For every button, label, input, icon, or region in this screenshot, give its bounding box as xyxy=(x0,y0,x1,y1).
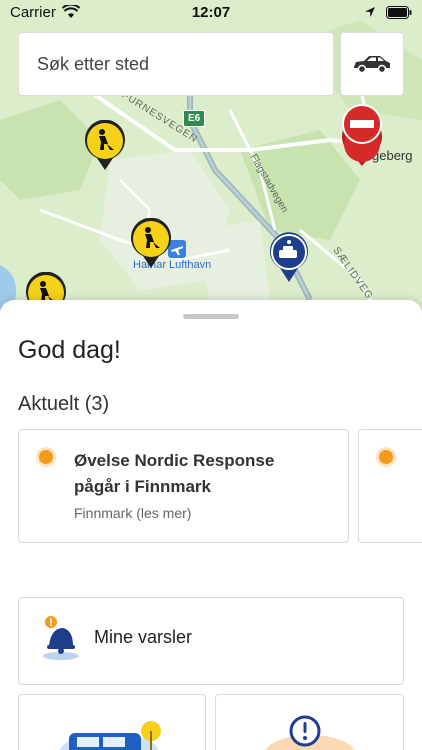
status-dot xyxy=(379,450,393,464)
vehicle-mode-button[interactable] xyxy=(340,32,404,96)
status-time: 12:07 xyxy=(191,3,231,21)
alert-tile[interactable] xyxy=(215,694,404,750)
news-card-next[interactable] xyxy=(358,429,422,543)
alert-location-icon xyxy=(265,715,355,750)
car-icon xyxy=(354,56,390,74)
status-bar: Carrier 12:07 xyxy=(0,0,422,24)
news-subtitle: Finnmark (les mer) xyxy=(74,505,192,521)
screen: FURNESVEGEN Flagstadvegen SÆLIDVEG E6 Ha… xyxy=(0,0,422,750)
road-number-badge: E6 xyxy=(183,110,206,127)
my-alerts-button[interactable]: Mine varsler xyxy=(18,597,404,685)
drive-tile[interactable] xyxy=(18,694,206,750)
bell-icon xyxy=(43,616,79,660)
current-heading: Aktuelt (3) xyxy=(18,393,110,415)
traffic-incident-pin-icon[interactable] xyxy=(268,232,310,284)
status-dot xyxy=(39,450,53,464)
car-trip-icon xyxy=(59,721,161,750)
search-input[interactable]: Søk etter sted xyxy=(18,32,334,96)
sheet-drag-handle[interactable] xyxy=(183,314,239,319)
bottom-sheet[interactable]: God dag! Aktuelt (3) Øvelse Nordic Respo… xyxy=(0,300,422,750)
news-card[interactable]: Øvelse Nordic Response pågår i Finnmark … xyxy=(18,429,349,543)
search-placeholder: Søk etter sted xyxy=(37,53,150,74)
roadwork-pin-icon[interactable] xyxy=(83,120,127,172)
roadwork-pin-icon[interactable] xyxy=(129,218,173,270)
my-alerts-label: Mine varsler xyxy=(94,627,193,647)
road-closed-pin-icon[interactable] xyxy=(340,104,384,168)
news-title: Øvelse Nordic Response pågår i Finnmark xyxy=(74,451,275,496)
greeting: God dag! xyxy=(18,336,121,364)
